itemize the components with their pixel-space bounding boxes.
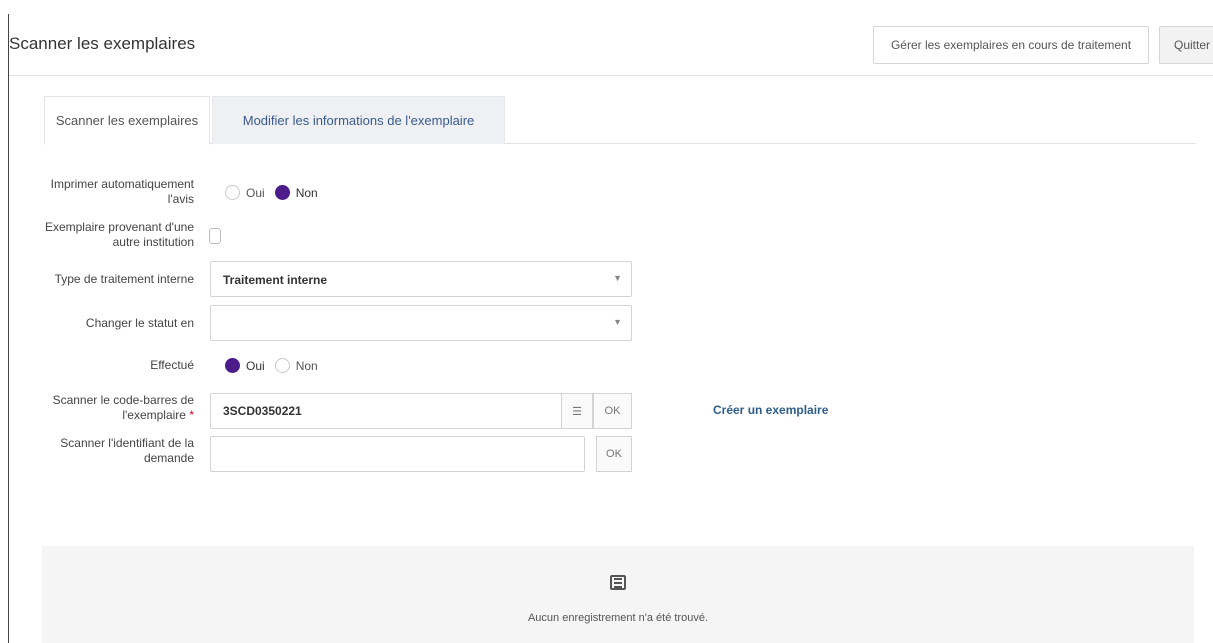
auto-print-label: Imprimer automatiquement l'avis <box>50 177 194 206</box>
create-item-link[interactable]: Créer un exemplaire <box>713 403 828 417</box>
results-panel: Aucun enregistrement n'a été trouvé. <box>42 546 1194 643</box>
left-border <box>8 14 9 643</box>
tab-modify-item-info[interactable]: Modifier les informations de l'exemplair… <box>212 96 505 144</box>
page-title: Scanner les exemplaires <box>9 34 196 53</box>
page-header: Scanner les exemplaires Gérer les exempl… <box>9 14 1213 76</box>
chevron-down-icon: ▼ <box>613 317 622 327</box>
auto-print-oui-radio[interactable] <box>225 185 240 200</box>
request-ok-button[interactable]: OK <box>596 436 632 472</box>
tab-bar: Scanner les exemplaires Modifier les inf… <box>44 96 1196 145</box>
processing-type-label: Type de traitement interne <box>54 272 194 286</box>
auto-print-non-label: Non <box>295 185 318 200</box>
processing-type-value: Traitement interne <box>223 273 328 287</box>
done-non-radio[interactable] <box>274 358 290 373</box>
request-id-input[interactable] <box>210 436 585 472</box>
chevron-down-icon: ▼ <box>613 273 622 283</box>
done-non-label: Non <box>295 358 318 373</box>
auto-print-radio-group: Oui Non <box>225 185 328 200</box>
auto-print-non-radio[interactable] <box>274 185 290 200</box>
barcode-label-text: Scanner le code-barres de l'exemplaire <box>52 393 194 422</box>
manage-items-in-process-button[interactable]: Gérer les exemplaires en cours de traite… <box>873 26 1149 64</box>
empty-results-message: Aucun enregistrement n'a été trouvé. <box>527 612 709 624</box>
list-icon: ☰ <box>572 405 582 418</box>
other-institution-label: Exemplaire provenant d'une autre institu… <box>44 220 194 249</box>
barcode-input[interactable] <box>210 393 562 429</box>
done-radio-group: Oui Non <box>225 358 328 373</box>
done-label: Effectué <box>150 358 194 372</box>
quit-button[interactable]: Quitter <box>1159 26 1213 64</box>
barcode-label: Scanner le code-barres de l'exemplaire * <box>24 393 194 423</box>
change-status-label: Changer le statut en <box>85 316 194 330</box>
list-icon-button[interactable]: ☰ <box>561 393 593 429</box>
other-institution-checkbox[interactable] <box>209 228 221 244</box>
auto-print-oui-label: Oui <box>246 185 265 200</box>
processing-type-select[interactable]: Traitement interne ▼ <box>210 261 632 297</box>
change-status-select[interactable]: ▼ <box>210 305 632 341</box>
list-icon <box>610 575 626 590</box>
required-marker: * <box>189 408 194 422</box>
tab-scan-items[interactable]: Scanner les exemplaires <box>44 96 210 145</box>
done-oui-radio[interactable] <box>225 358 240 373</box>
barcode-ok-button[interactable]: OK <box>593 393 632 429</box>
done-oui-label: Oui <box>246 358 265 373</box>
request-id-label: Scanner l'identifiant de la demande <box>60 436 194 465</box>
